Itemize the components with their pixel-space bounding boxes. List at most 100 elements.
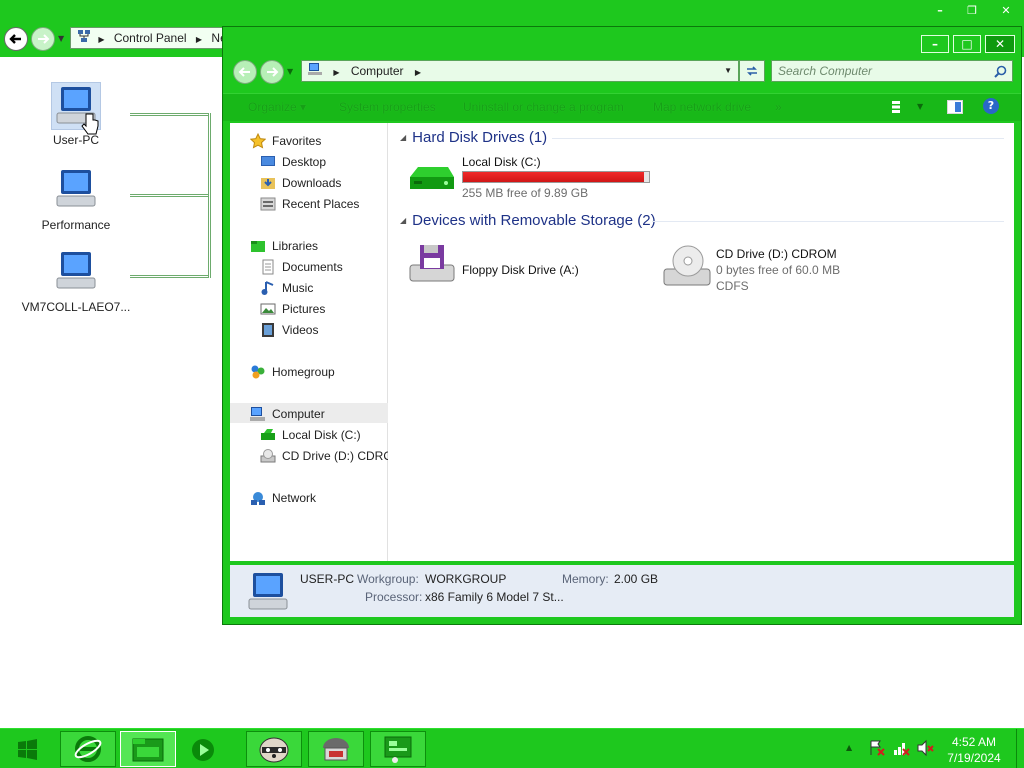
taskbar-media-player[interactable] (190, 737, 216, 766)
view-dropdown-icon[interactable]: ▼ (917, 102, 923, 111)
sidebar-item-favorites[interactable]: Favorites (250, 131, 321, 151)
history-dropdown-icon[interactable]: ▼ (58, 34, 64, 43)
address-dropdown-icon[interactable]: ▼ (724, 61, 732, 81)
system-properties-button[interactable]: System properties (339, 100, 436, 114)
view-options-icon[interactable] (891, 100, 901, 114)
taskbar-windows-explorer[interactable] (120, 731, 176, 767)
group-divider (552, 138, 1004, 139)
sidebar-item-computer[interactable]: Computer (250, 404, 325, 424)
processor-value: x86 Family 6 Model 7 St... (425, 590, 564, 604)
organize-menu[interactable]: Organize ▾ (248, 100, 306, 114)
collapse-triangle-icon[interactable]: ◢ (400, 216, 406, 225)
drive-item-floppy-a[interactable]: Floppy Disk Drive (A:) (400, 239, 640, 291)
group-header-removable[interactable]: ◢ Devices with Removable Storage (2) (400, 212, 656, 229)
connector-line (208, 113, 211, 278)
network-status-icon[interactable] (892, 739, 910, 757)
navigation-pane: Favorites Desktop Downloads Recent Place… (230, 123, 388, 561)
maximize-button[interactable]: □ (953, 35, 981, 53)
breadcrumb-computer[interactable]: Computer (351, 64, 404, 78)
memory-label: Memory: (562, 572, 609, 586)
forward-arrow-icon[interactable] (260, 60, 284, 84)
show-hidden-icons-button[interactable]: ▲ (846, 743, 852, 752)
pictures-icon (260, 303, 276, 315)
taskbar-app-network-tool[interactable] (308, 731, 364, 767)
bg-title-bar: – ❐ ✕ (0, 0, 1024, 22)
content-pane: ◢ Hard Disk Drives (1) Local Disk (C:) 2… (390, 123, 1014, 561)
computer-icon (308, 62, 324, 82)
network-node-vm7coll[interactable]: VM7COLL-LAEO7... (21, 248, 131, 314)
taskbar-app-control-panel[interactable] (370, 731, 426, 767)
drive-item-cd-d[interactable]: CD Drive (D:) CDROM 0 bytes free of 60.0… (654, 239, 914, 295)
breadcrumb-control-panel[interactable]: Control Panel (114, 31, 187, 45)
taskbar-app-raccoon[interactable] (246, 731, 302, 767)
bg-restore-button[interactable]: ❐ (958, 2, 986, 19)
refresh-icon (747, 66, 757, 76)
bg-minimize-button[interactable]: – (926, 2, 954, 19)
sidebar-item-pictures[interactable]: Pictures (260, 299, 325, 319)
sidebar-item-libraries[interactable]: Libraries (250, 236, 318, 256)
connector-line (130, 194, 210, 197)
back-arrow-icon[interactable] (233, 60, 257, 84)
disk-usage-fill (463, 172, 645, 182)
explorer-nav-bar: ▼ ▶ Computer ▶ ▼ Search Computer (223, 57, 1021, 87)
group-header-hard-disk[interactable]: ◢ Hard Disk Drives (1) (400, 129, 547, 146)
collapse-triangle-icon[interactable]: ◢ (400, 133, 406, 142)
documents-icon (262, 259, 274, 275)
history-dropdown-icon[interactable]: ▼ (287, 67, 293, 76)
sidebar-item-videos[interactable]: Videos (260, 320, 318, 340)
taskbar-internet-explorer[interactable] (60, 731, 116, 767)
disk-usage-bar (462, 171, 650, 183)
start-button[interactable] (4, 732, 54, 766)
star-icon (250, 133, 266, 149)
media-player-icon (192, 739, 214, 761)
address-bar[interactable]: ▶ Computer ▶ ▼ (301, 60, 739, 82)
bg-address-bar[interactable]: ▶ Control Panel ▶ Ne (70, 27, 230, 49)
drive-item-local-disk-c[interactable]: Local Disk (C:) 255 MB free of 9.89 GB (400, 153, 660, 205)
help-icon[interactable]: ? (983, 98, 999, 114)
network-node-performance[interactable]: Performance (21, 166, 131, 232)
computer-icon (56, 170, 96, 207)
forward-arrow-icon[interactable] (31, 27, 55, 51)
sidebar-item-downloads[interactable]: Downloads (260, 173, 341, 193)
sidebar-item-homegroup[interactable]: Homegroup (250, 362, 335, 382)
node-label: Performance (41, 218, 111, 232)
workgroup-value: WORKGROUP (425, 572, 507, 586)
node-label: VM7COLL-LAEO7... (21, 300, 131, 314)
drive-name: Floppy Disk Drive (A:) (462, 263, 579, 277)
network-node-user-pc[interactable]: User-PC (21, 82, 131, 147)
cd-drive-icon (663, 245, 711, 286)
sidebar-item-cd-drive[interactable]: CD Drive (D:) CDROM (260, 446, 388, 466)
close-button[interactable]: ✕ (985, 35, 1015, 53)
bg-close-button[interactable]: ✕ (992, 2, 1020, 19)
back-arrow-icon[interactable] (4, 27, 28, 51)
computer-explorer-window: – □ ✕ ▼ ▶ Computer ▶ ▼ Search Computer O… (222, 26, 1022, 625)
more-commands-button[interactable]: » (775, 100, 782, 114)
sidebar-item-local-disk[interactable]: Local Disk (C:) (260, 425, 361, 445)
search-icon[interactable] (994, 65, 1007, 78)
sidebar-item-documents[interactable]: Documents (260, 257, 343, 277)
drive-name: Local Disk (C:) (462, 155, 541, 169)
map-network-drive-button[interactable]: Map network drive (653, 100, 751, 114)
taskbar: ▲ 4:52 AM 7/19/2024 (0, 728, 1024, 768)
search-input[interactable]: Search Computer (771, 60, 1013, 82)
show-desktop-button[interactable] (1016, 729, 1024, 768)
homegroup-icon (251, 365, 265, 379)
processor-label: Processor: (365, 590, 423, 604)
computer-name: USER-PC (300, 572, 355, 586)
sidebar-item-desktop[interactable]: Desktop (260, 152, 326, 172)
command-bar: Organize ▾ System properties Uninstall o… (223, 93, 1021, 121)
action-center-flag-icon[interactable] (868, 739, 886, 757)
clock[interactable]: 4:52 AM 7/19/2024 (930, 734, 1018, 766)
clock-date: 7/19/2024 (947, 751, 1001, 765)
breadcrumb-chevron-icon[interactable]: ▶ (415, 68, 421, 77)
minimize-button[interactable]: – (921, 35, 949, 53)
breadcrumb-chevron-icon: ▶ (195, 35, 203, 44)
sidebar-item-music[interactable]: Music (260, 278, 313, 298)
drive-free-space: 255 MB free of 9.89 GB (462, 186, 589, 200)
preview-pane-icon[interactable] (947, 100, 963, 114)
sidebar-item-recent-places[interactable]: Recent Places (260, 194, 359, 214)
connector-line (130, 113, 210, 116)
sidebar-item-network[interactable]: Network (250, 488, 316, 508)
uninstall-program-button[interactable]: Uninstall or change a program (463, 100, 624, 114)
refresh-button[interactable] (739, 60, 765, 82)
